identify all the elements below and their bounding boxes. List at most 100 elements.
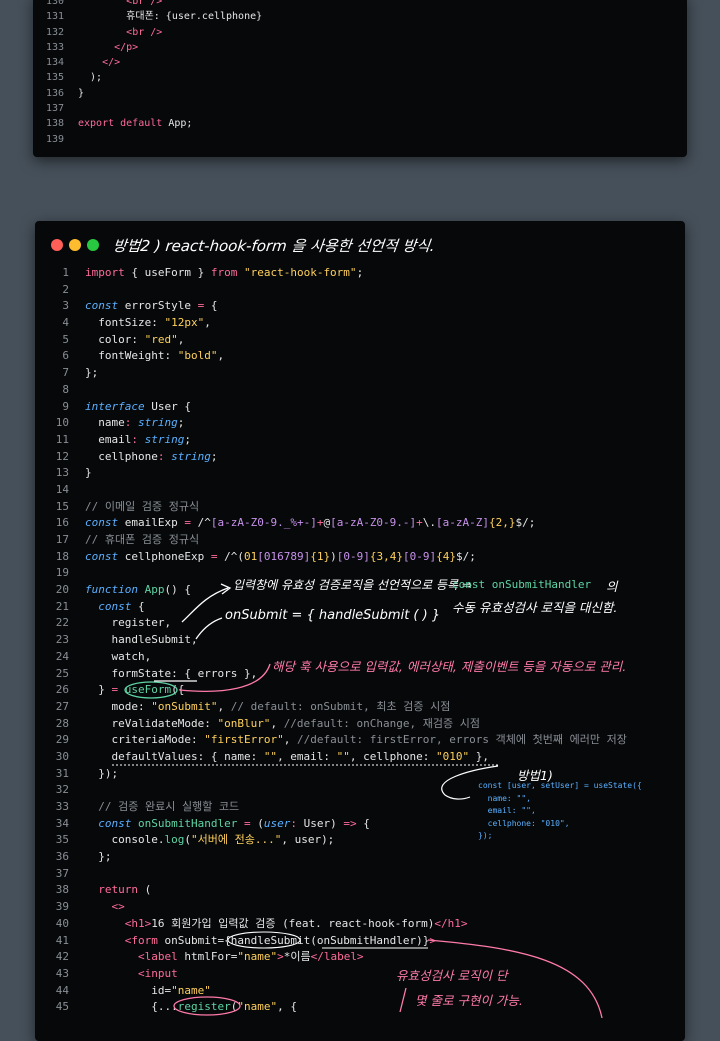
code-token: /^ bbox=[197, 516, 211, 530]
close-dot-icon[interactable] bbox=[51, 239, 63, 251]
code-token: User) bbox=[303, 816, 344, 830]
method1-code-text: const [user, setUser] = useState({ name:… bbox=[478, 781, 642, 841]
code-token: 01 bbox=[243, 549, 258, 563]
code-token: // 휴대폰 검증 정규식 bbox=[85, 533, 200, 546]
code-token: <label bbox=[137, 950, 185, 964]
code-token: } bbox=[78, 87, 85, 99]
code-token: interface bbox=[85, 399, 152, 413]
line-number: 22 bbox=[55, 616, 69, 630]
code-token: "red" bbox=[144, 332, 178, 346]
maximize-dot-icon[interactable] bbox=[87, 239, 99, 251]
code-line: 131 휴대폰: {user.cellphone} bbox=[33, 9, 262, 24]
code-line: 29 criteriaMode: "firstError", //default… bbox=[35, 732, 627, 749]
code-token: "firstError" bbox=[204, 733, 284, 747]
previous-code-panel: 130 <br /> 131 휴대폰: {user.cellphone} 132 <… bbox=[33, 0, 687, 157]
code-token: , bbox=[217, 699, 231, 713]
line-number: 20 bbox=[55, 583, 69, 597]
line-number: 131 bbox=[45, 11, 64, 23]
code-line: 39 <> bbox=[35, 899, 627, 916]
code-token: return bbox=[85, 883, 145, 897]
code-token: "name" bbox=[237, 1000, 278, 1014]
code-line: 37 bbox=[35, 866, 627, 883]
line-number: 138 bbox=[45, 118, 64, 130]
line-number: 29 bbox=[55, 733, 69, 747]
code-token: : bbox=[124, 416, 138, 430]
line-number: 35 bbox=[55, 833, 69, 847]
code-token: </label> bbox=[310, 950, 364, 964]
line-number: 9 bbox=[62, 399, 69, 413]
line-number: 5 bbox=[62, 332, 69, 346]
code-token: string bbox=[144, 432, 185, 446]
code-token: [a-zA-Z] bbox=[436, 516, 490, 530]
minimize-dot-icon[interactable] bbox=[69, 239, 81, 251]
code-line: 44 id="name" bbox=[35, 983, 627, 1000]
code-token: > bbox=[277, 950, 284, 964]
line-number: 1 bbox=[62, 266, 69, 279]
code-line: 41 <form onSubmit={handleSubmit(onSubmit… bbox=[35, 933, 627, 950]
code-token: register bbox=[177, 1000, 231, 1014]
code-token: <br /> bbox=[126, 0, 163, 7]
code-line: 26 } = useForm({ bbox=[35, 682, 627, 699]
code-token: ; bbox=[184, 432, 191, 446]
code-token: function bbox=[85, 583, 145, 597]
code-token: 휴대폰: {user.cellphone} bbox=[78, 11, 263, 23]
line-number: 27 bbox=[55, 699, 69, 713]
code-line: 139 bbox=[33, 132, 262, 147]
code-line: 134 </> bbox=[33, 55, 262, 70]
annotation-onsubmit-handler-suffix: 의 bbox=[606, 579, 618, 594]
code-line: 13} bbox=[35, 465, 627, 482]
code-token: [a-zA-Z0-9._%+-] bbox=[210, 516, 317, 530]
line-number: 17 bbox=[55, 533, 69, 546]
code-token: htmlFor= bbox=[184, 950, 238, 964]
line-number: 2 bbox=[62, 282, 69, 296]
code-line: 4 fontSize: "12px", bbox=[35, 315, 627, 332]
code-token: </h1> bbox=[434, 916, 468, 930]
code-token: }); bbox=[85, 766, 119, 780]
line-number: 18 bbox=[55, 549, 69, 563]
code-token: watch, bbox=[85, 649, 152, 663]
code-token: "bold" bbox=[177, 349, 218, 363]
line-number: 25 bbox=[55, 666, 69, 680]
code-token: color: bbox=[85, 332, 145, 346]
code-token: <> bbox=[111, 900, 125, 914]
code-token: const bbox=[98, 816, 138, 830]
code-token: emailExp bbox=[124, 516, 185, 530]
code-token: const bbox=[98, 599, 138, 613]
code-token: ( bbox=[184, 833, 191, 847]
code-token: App; bbox=[168, 118, 193, 130]
code-token: , bbox=[217, 349, 225, 363]
code-line: 136} bbox=[33, 86, 262, 101]
annotation-auto-manage: 해당 훅 사용으로 입력값, 에러상태, 제출이벤트 등을 자동으로 관리. bbox=[272, 659, 627, 674]
code-token: email bbox=[85, 432, 132, 446]
code-token: , bbox=[270, 716, 284, 730]
code-token: {... bbox=[85, 1000, 178, 1014]
code-token: "" bbox=[336, 749, 350, 763]
code-line: 45 {...register("name", { bbox=[35, 999, 627, 1016]
code-token: = bbox=[184, 516, 198, 530]
line-number: 13 bbox=[55, 466, 69, 480]
code-token: , user); bbox=[281, 833, 335, 847]
code-token: {2,} bbox=[489, 516, 516, 530]
code-token: /^( bbox=[224, 549, 244, 563]
code-token: // 검증 완료시 실행할 코드 bbox=[85, 800, 240, 813]
code-token: { bbox=[138, 599, 145, 613]
code-token: from bbox=[210, 266, 244, 279]
code-token: User { bbox=[151, 399, 191, 413]
code-token: <h1> bbox=[124, 916, 152, 930]
code-token: "12px" bbox=[164, 316, 205, 330]
code-token: [016789] bbox=[257, 549, 311, 563]
code-token: = bbox=[111, 683, 125, 697]
code-line: 14 bbox=[35, 482, 627, 499]
code-token: { bbox=[210, 299, 218, 313]
line-number: 15 bbox=[55, 499, 69, 513]
code-token: onSubmitHandler bbox=[138, 816, 238, 830]
previous-code-block: 130 <br /> 131 휴대폰: {user.cellphone} 132 <… bbox=[33, 0, 262, 147]
code-token: onSubmit={handleSubmit(onSubmitHandler)} bbox=[164, 933, 430, 947]
